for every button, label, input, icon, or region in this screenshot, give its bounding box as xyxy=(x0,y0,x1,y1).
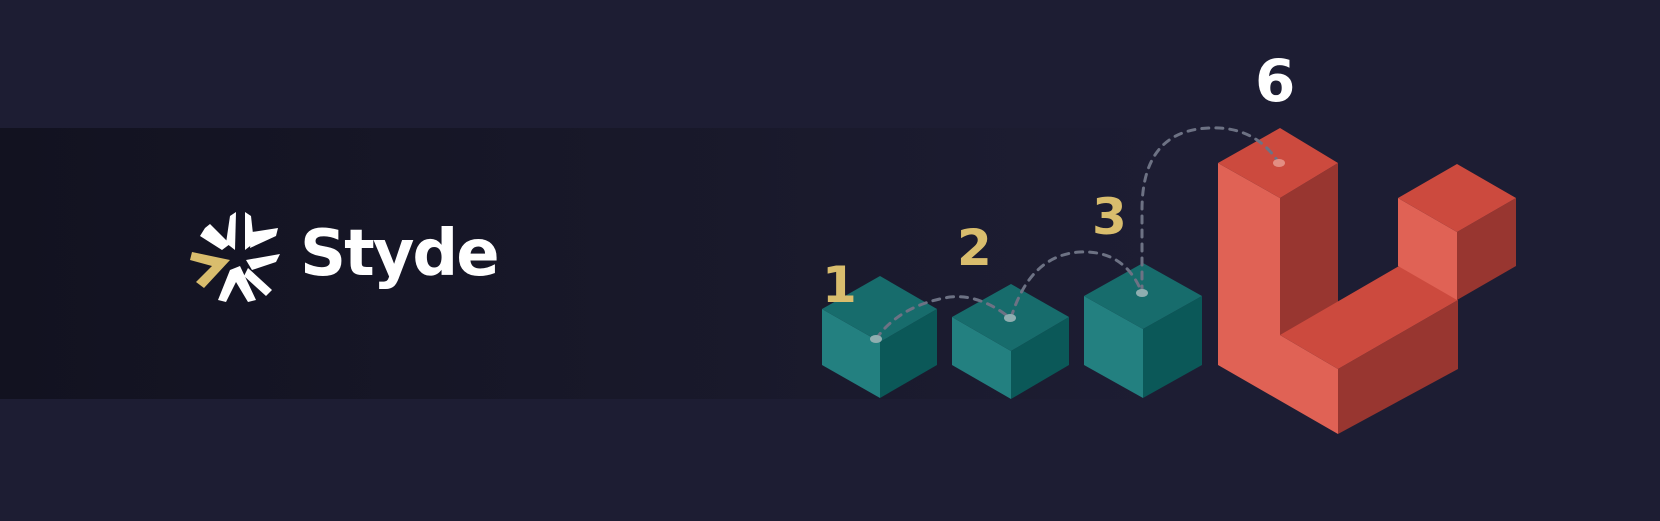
step-number-6: 6 xyxy=(1255,47,1295,115)
banner: Styde 1 2 3 6 xyxy=(0,0,1660,521)
step-number-3: 3 xyxy=(1092,188,1127,246)
laravel-blocks-icon: 1 2 3 6 xyxy=(822,47,1516,434)
step-block-3 xyxy=(1084,263,1202,398)
step-number-2: 2 xyxy=(957,219,992,277)
step-block-2 xyxy=(952,284,1069,399)
laravel-l-block xyxy=(1218,128,1458,434)
step-number-1: 1 xyxy=(822,256,857,314)
